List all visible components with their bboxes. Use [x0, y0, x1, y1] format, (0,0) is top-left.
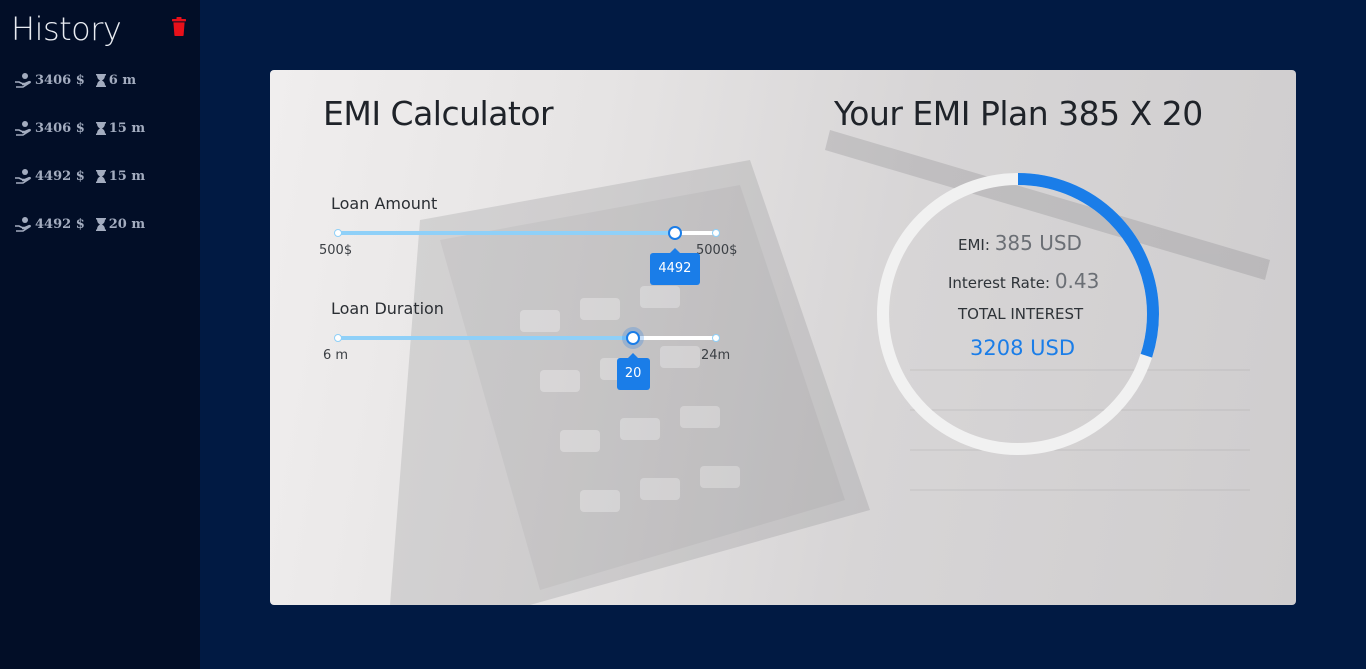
hourglass-icon	[95, 121, 106, 135]
history-amount: 3406 $	[35, 72, 85, 88]
hourglass-icon	[95, 169, 106, 183]
loan-amount-label: Loan Amount	[331, 194, 438, 213]
hand-holding-coin-icon	[15, 169, 31, 184]
hand-holding-coin-icon	[15, 73, 31, 88]
trash-icon[interactable]	[171, 17, 187, 36]
slider-max-marker	[712, 334, 720, 342]
history-sidebar: History 3406 $ 6 m 3406 $ 15 m 4492 $ 15…	[0, 0, 200, 669]
history-duration: 15 m	[108, 168, 146, 184]
calculator-title: EMI Calculator	[323, 94, 554, 133]
history-item[interactable]: 3406 $ 6 m	[15, 71, 136, 89]
history-amount: 3406 $	[35, 120, 85, 136]
loan-amount-slider[interactable]	[334, 226, 720, 240]
loan-duration-min-label: 6 m	[323, 348, 349, 363]
history-item[interactable]: 4492 $ 20 m	[15, 215, 145, 233]
total-interest-label: TOTAL INTEREST	[958, 305, 1084, 323]
interest-rate-label: Interest Rate:	[948, 274, 1051, 292]
emi-value: 385 USD	[994, 231, 1082, 255]
loan-duration-max-label: 24m	[701, 348, 731, 363]
emi-plan-title: Your EMI Plan 385 X 20	[834, 94, 1203, 133]
total-interest-value: 3208 USD	[970, 336, 1075, 360]
hourglass-icon	[95, 217, 106, 231]
history-amount: 4492 $	[35, 168, 85, 184]
history-amount: 4492 $	[35, 216, 85, 232]
loan-duration-slider-fill	[336, 336, 634, 340]
emi-row: EMI: 385 USD	[958, 231, 1082, 255]
interest-rate-value: 0.43	[1054, 269, 1100, 293]
loan-amount-slider-thumb[interactable]	[667, 226, 682, 240]
history-duration: 6 m	[108, 72, 137, 88]
hourglass-icon	[95, 73, 106, 87]
slider-min-marker	[334, 334, 342, 342]
emi-label: EMI:	[958, 236, 990, 254]
loan-amount-value-tooltip: 4492	[649, 248, 700, 285]
slider-min-marker	[334, 229, 342, 237]
loan-amount-min-label: 500$	[319, 243, 353, 258]
loan-duration-value-tooltip: 20	[616, 353, 650, 390]
history-item[interactable]: 3406 $ 15 m	[15, 119, 145, 137]
loan-duration-slider-thumb[interactable]	[626, 331, 641, 345]
interest-rate-row: Interest Rate: 0.43	[948, 269, 1099, 293]
history-duration: 15 m	[108, 120, 146, 136]
history-title: History	[11, 10, 122, 48]
hand-holding-coin-icon	[15, 217, 31, 232]
loan-duration-label: Loan Duration	[331, 299, 444, 318]
loan-duration-slider[interactable]	[334, 331, 720, 345]
emi-card: EMI Calculator Your EMI Plan 385 X 20 Lo…	[270, 70, 1296, 605]
loan-amount-max-label: 5000$	[696, 243, 738, 258]
history-duration: 20 m	[108, 216, 146, 232]
hand-holding-coin-icon	[15, 121, 31, 136]
history-item[interactable]: 4492 $ 15 m	[15, 167, 145, 185]
slider-max-marker	[712, 229, 720, 237]
loan-amount-slider-fill	[336, 231, 675, 235]
